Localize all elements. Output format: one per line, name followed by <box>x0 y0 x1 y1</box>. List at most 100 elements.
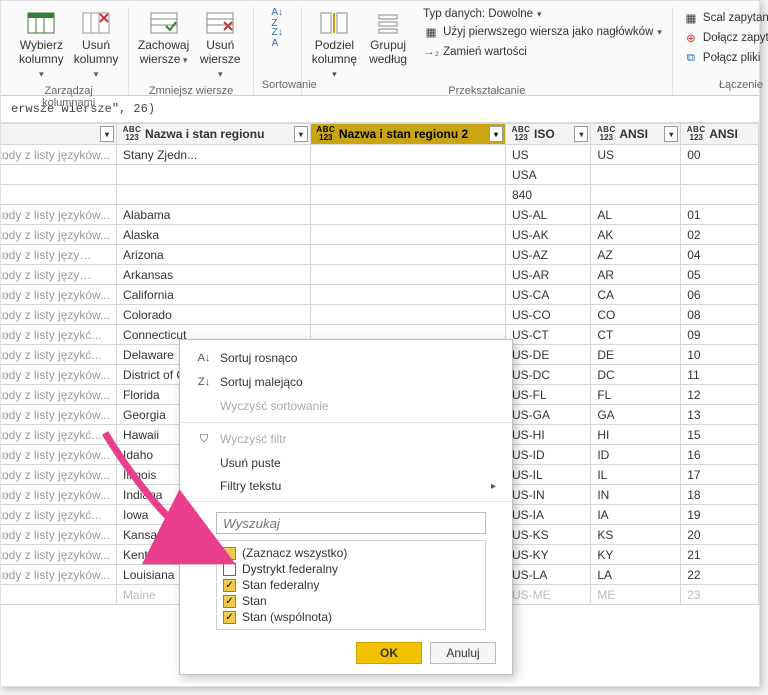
use-first-row-button[interactable]: ▦ Użyj pierwszego wiersza jako nagłówków <box>421 23 664 41</box>
table-cell[interactable]: AR <box>591 265 681 285</box>
table-cell[interactable] <box>310 145 505 165</box>
filter-dropdown-icon[interactable]: ▾ <box>489 126 503 142</box>
table-cell[interactable]: USA <box>506 165 591 185</box>
table-cell[interactable] <box>310 245 505 265</box>
table-cell[interactable]: FL <box>591 385 681 405</box>
table-row[interactable]: e kody z listy języków...CaliforniaUS-CA… <box>1 285 759 305</box>
table-row[interactable]: USA <box>1 165 759 185</box>
cancel-button[interactable]: Anuluj <box>430 642 496 664</box>
table-cell[interactable]: e kody z listy językć... <box>1 325 117 345</box>
table-cell[interactable]: US-LA <box>506 565 591 585</box>
table-cell[interactable]: e kody z listy języków... <box>1 305 117 325</box>
filter-search-input[interactable] <box>216 512 486 534</box>
table-cell[interactable]: Alabama <box>117 205 311 225</box>
checkbox-checked-icon[interactable]: ✓ <box>223 595 236 608</box>
table-cell[interactable]: 06 <box>681 285 759 305</box>
checkbox-unchecked-icon[interactable] <box>223 563 236 576</box>
merge-queries-button[interactable]: ▦ Scal zapytania <box>681 9 768 27</box>
combine-files-button[interactable]: ⧉ Połącz pliki <box>681 49 763 67</box>
table-cell[interactable]: e kody z listy języków... <box>1 145 117 165</box>
group-by-button[interactable]: Grupuj według <box>365 7 411 69</box>
table-cell[interactable]: HI <box>591 425 681 445</box>
table-cell[interactable] <box>117 165 311 185</box>
filter-dropdown-icon[interactable]: ▾ <box>100 126 114 142</box>
choose-columns-button[interactable]: Wybierz kolumny <box>17 7 66 82</box>
table-cell[interactable]: US-AZ <box>506 245 591 265</box>
table-cell[interactable]: US-AR <box>506 265 591 285</box>
table-cell[interactable]: US-ID <box>506 445 591 465</box>
table-cell[interactable]: 17 <box>681 465 759 485</box>
remove-columns-button[interactable]: Usuń kolumny <box>72 7 121 82</box>
table-cell[interactable] <box>310 185 505 205</box>
table-cell[interactable]: US-HI <box>506 425 591 445</box>
sort-desc-button[interactable]: Z↓A <box>267 29 287 47</box>
table-cell[interactable]: e kody z listy języ… <box>1 265 117 285</box>
table-cell[interactable]: e kody z listy języków... <box>1 485 117 505</box>
table-cell[interactable]: KS <box>591 525 681 545</box>
table-cell[interactable] <box>681 165 759 185</box>
remove-rows-button[interactable]: Usuń wiersze <box>196 7 245 82</box>
table-cell[interactable] <box>310 265 505 285</box>
keep-rows-button[interactable]: Zachowaj wiersze <box>137 7 189 69</box>
col-header-0[interactable]: ▾ <box>1 124 117 145</box>
table-cell[interactable] <box>1 585 117 605</box>
table-cell[interactable]: Alaska <box>117 225 311 245</box>
table-cell[interactable]: CT <box>591 325 681 345</box>
table-cell[interactable]: DE <box>591 345 681 365</box>
table-cell[interactable]: US-AK <box>506 225 591 245</box>
table-cell[interactable]: Stany Zjedn... <box>117 145 311 165</box>
table-cell[interactable]: 02 <box>681 225 759 245</box>
filter-dropdown-icon[interactable]: ▾ <box>664 126 678 142</box>
table-cell[interactable]: e kody z listy językć... <box>1 425 117 445</box>
filter-dropdown-icon[interactable]: ▾ <box>294 126 308 142</box>
table-cell[interactable]: 04 <box>681 245 759 265</box>
table-cell[interactable]: Arizona <box>117 245 311 265</box>
table-cell[interactable]: US-GA <box>506 405 591 425</box>
table-cell[interactable] <box>681 185 759 205</box>
table-cell[interactable]: CO <box>591 305 681 325</box>
table-cell[interactable]: e kody z listy języków... <box>1 565 117 585</box>
table-cell[interactable]: ME <box>591 585 681 605</box>
table-cell[interactable]: AK <box>591 225 681 245</box>
table-cell[interactable]: GA <box>591 405 681 425</box>
table-row[interactable]: e kody z listy języków...Stany Zjedn... U… <box>1 145 759 165</box>
table-cell[interactable]: US-ME <box>506 585 591 605</box>
table-cell[interactable]: US-CA <box>506 285 591 305</box>
sort-asc-item[interactable]: A↓ Sortuj rosnąco <box>180 346 512 370</box>
table-cell[interactable]: e kody z listy języków... <box>1 225 117 245</box>
table-row[interactable]: 840 <box>1 185 759 205</box>
table-cell[interactable] <box>310 285 505 305</box>
table-cell[interactable]: e kody z listy językć... <box>1 505 117 525</box>
table-cell[interactable]: IL <box>591 465 681 485</box>
table-cell[interactable]: US <box>591 145 681 165</box>
filter-option-row[interactable]: Dystrykt federalny <box>221 561 481 577</box>
table-cell[interactable]: 23 <box>681 585 759 605</box>
table-cell[interactable]: AL <box>591 205 681 225</box>
ok-button[interactable]: OK <box>356 642 422 664</box>
table-cell[interactable] <box>310 225 505 245</box>
table-cell[interactable]: AZ <box>591 245 681 265</box>
table-cell[interactable] <box>1 185 117 205</box>
table-cell[interactable]: 19 <box>681 505 759 525</box>
table-cell[interactable]: US-KY <box>506 545 591 565</box>
data-type-button[interactable]: Typ danych: Dowolne <box>421 7 543 21</box>
table-row[interactable]: e kody z listy języków...AlabamaUS-ALAL0… <box>1 205 759 225</box>
sort-asc-button[interactable]: A↓Z <box>267 9 287 27</box>
col-header-region2[interactable]: ABC123 Nazwa i stan regionu 2 ▾ <box>310 124 505 145</box>
table-cell[interactable]: 13 <box>681 405 759 425</box>
table-cell[interactable]: e kody z listy języków... <box>1 445 117 465</box>
table-cell[interactable]: 01 <box>681 205 759 225</box>
table-row[interactable]: e kody z listy języ…ArkansasUS-ARAR05 <box>1 265 759 285</box>
table-cell[interactable]: IA <box>591 505 681 525</box>
table-cell[interactable] <box>310 165 505 185</box>
table-cell[interactable] <box>591 165 681 185</box>
table-cell[interactable]: US-CO <box>506 305 591 325</box>
table-row[interactable]: e kody z listy języ…ArizonaUS-AZAZ04 <box>1 245 759 265</box>
table-cell[interactable]: 18 <box>681 485 759 505</box>
table-cell[interactable]: e kody z listy języków... <box>1 545 117 565</box>
table-cell[interactable] <box>310 305 505 325</box>
filter-option-row[interactable]: ✓Stan <box>221 593 481 609</box>
append-queries-button[interactable]: ⊕ Dołącz zapytania <box>681 29 768 47</box>
table-cell[interactable]: 15 <box>681 425 759 445</box>
table-cell[interactable]: 840 <box>506 185 591 205</box>
